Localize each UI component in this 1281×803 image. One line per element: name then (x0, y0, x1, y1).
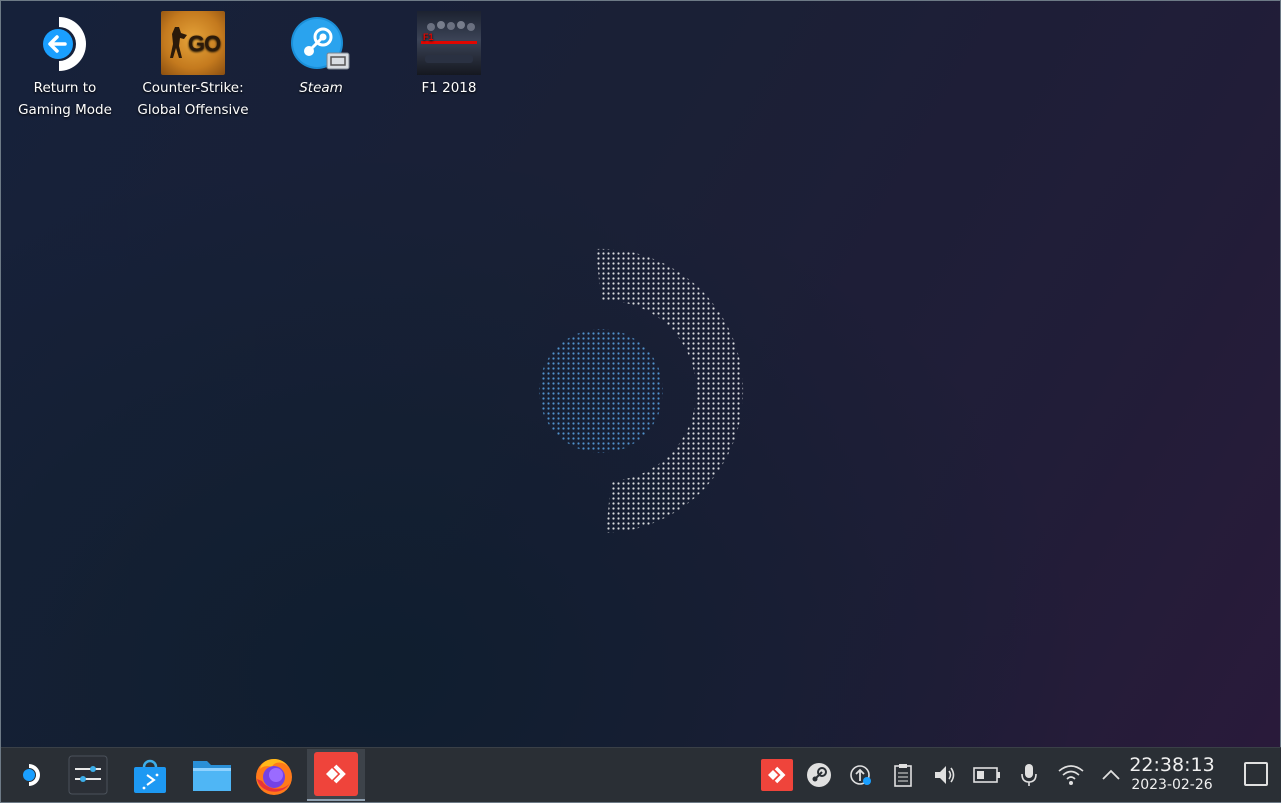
taskbar-firefox[interactable] (247, 749, 301, 801)
tray-expand-icon (1102, 769, 1120, 780)
taskbar: 22:38:13 2023-02-26 (1, 747, 1281, 802)
tray-volume[interactable] (931, 761, 959, 789)
steamdeck-launcher-icon (23, 764, 40, 786)
return-arrow-icon (33, 11, 97, 75)
f1-2018-icon: F1 (417, 11, 481, 75)
taskbar-system-settings[interactable] (61, 749, 115, 801)
clock-time: 22:38:13 (1129, 754, 1215, 776)
taskbar-file-manager[interactable] (185, 749, 239, 801)
tray-anydesk[interactable] (761, 759, 793, 791)
steam-tray-icon (807, 763, 831, 787)
updates-icon (850, 765, 871, 785)
desktop-icon-label: Counter-Strike: (142, 80, 244, 96)
clipboard-icon (894, 764, 912, 787)
desktop-icon-steam[interactable]: Steam (257, 1, 385, 99)
tray-clipboard[interactable] (889, 761, 917, 789)
system-settings-icon (68, 755, 108, 795)
desktop-icon-label: F1 2018 (421, 80, 477, 96)
clock-date: 2023-02-26 (1131, 777, 1213, 793)
anydesk-icon (314, 752, 358, 796)
volume-icon (935, 766, 955, 784)
discover-store-icon (134, 759, 166, 793)
tray-updates[interactable] (847, 761, 875, 789)
microphone-icon (1021, 764, 1037, 786)
tray-expand[interactable] (1097, 761, 1125, 789)
firefox-icon (256, 758, 292, 795)
csgo-icon: GO (161, 11, 225, 75)
file-manager-icon (193, 761, 231, 791)
desktop-icon-label: Global Offensive (137, 102, 249, 118)
desktop-icon-label: Gaming Mode (18, 102, 112, 118)
digital-clock[interactable]: 22:38:13 2023-02-26 (1122, 754, 1222, 794)
anydesk-tray-icon (761, 759, 793, 791)
desktop-icon-return-to-gaming-mode[interactable]: Return to Gaming Mode (1, 1, 129, 121)
show-desktop-button[interactable] (1244, 762, 1268, 786)
wifi-icon (1058, 765, 1084, 785)
tray-microphone[interactable] (1015, 761, 1043, 789)
desktop-icon-label: Return to (33, 80, 97, 96)
svg-text:F1: F1 (423, 32, 434, 42)
desktop-icon-f1-2018[interactable]: F1 F1 2018 (385, 1, 513, 99)
tray-wifi[interactable] (1057, 761, 1085, 789)
desktop-icon-csgo[interactable]: GO Counter-Strike: Global Offensive (129, 1, 257, 121)
taskbar-discover-store[interactable] (123, 749, 177, 801)
wallpaper-deck-logo (539, 248, 744, 534)
tray-steam[interactable] (805, 761, 833, 789)
taskbar-anydesk[interactable] (307, 749, 365, 801)
battery-icon (973, 767, 1000, 783)
tray-battery[interactable] (973, 761, 1001, 789)
steam-icon (289, 11, 353, 75)
csgo-badge-text: GO (188, 31, 221, 56)
application-launcher-button[interactable] (9, 749, 53, 801)
desktop-icon-label: Steam (299, 80, 343, 96)
